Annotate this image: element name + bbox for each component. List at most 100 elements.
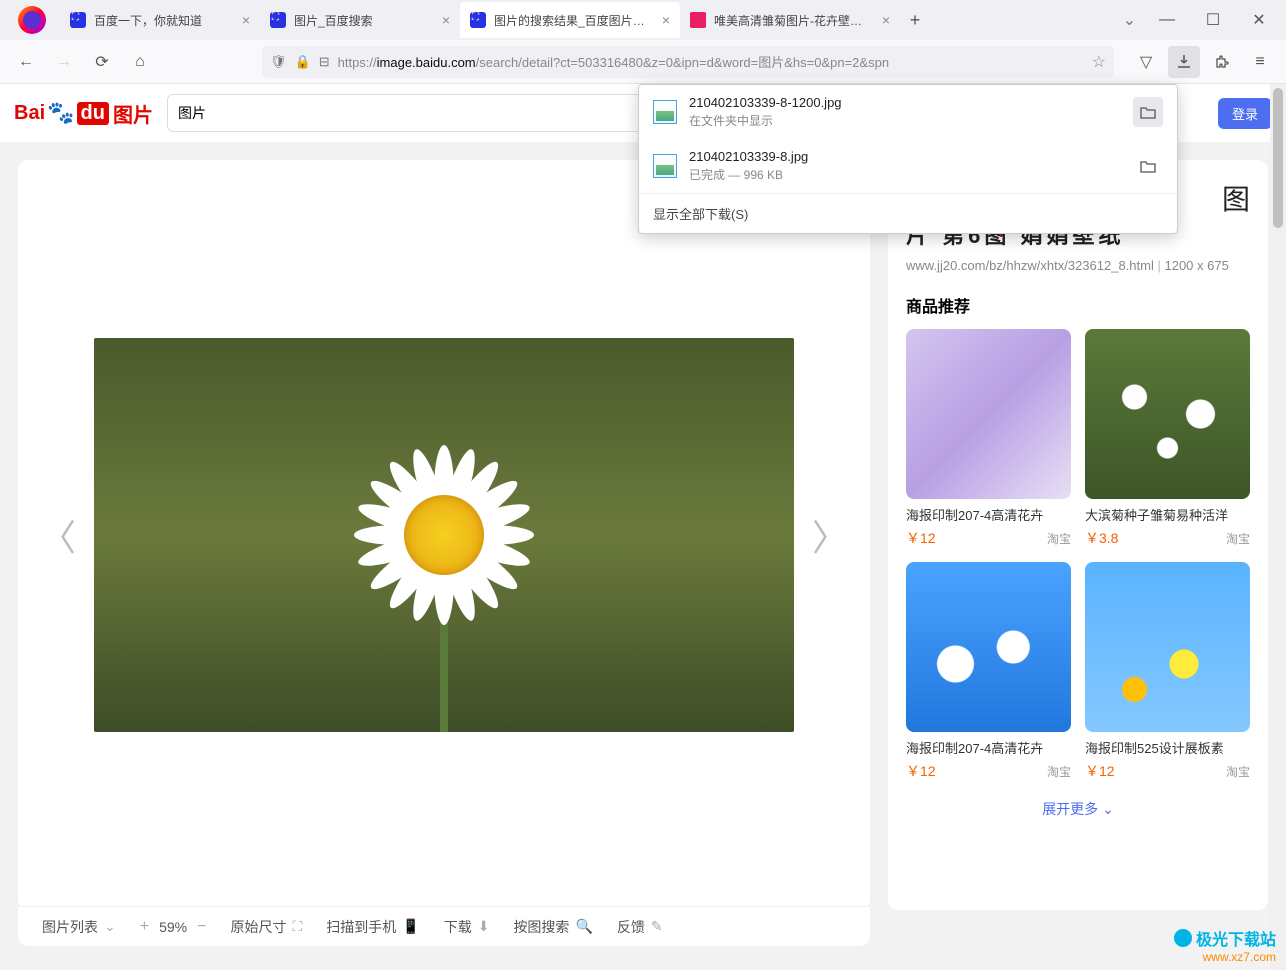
product-source: 淘宝 (1226, 763, 1250, 780)
watermark: 极光下载站 www.xz7.com (1174, 926, 1276, 964)
close-icon[interactable]: × (882, 12, 890, 28)
permissions-icon[interactable]: ⊟ (319, 54, 330, 70)
image-list-button[interactable]: 图片列表 ⌄ (42, 917, 116, 937)
back-button[interactable]: ← (10, 46, 42, 78)
watermark-icon (1174, 929, 1192, 947)
expand-more-button[interactable]: 展开更多 ⌄ (906, 799, 1250, 819)
product-price: ￥12 (1085, 761, 1115, 781)
product-name: 海报印制207-4高清花卉 (906, 505, 1071, 524)
new-tab-button[interactable]: + (900, 2, 930, 38)
product-item[interactable]: 大滨菊种子雏菊易种活洋 ￥3.8淘宝 (1085, 329, 1250, 548)
zoom-level: 59% (159, 919, 187, 935)
home-button[interactable]: ⌂ (124, 46, 156, 78)
search-by-image-button[interactable]: 按图搜索 🔍 (513, 917, 592, 937)
download-icon (1176, 54, 1192, 70)
zoom-control: + 59% − (140, 918, 207, 936)
folder-icon (1139, 157, 1157, 175)
product-source: 淘宝 (1047, 763, 1071, 780)
product-item[interactable]: 海报印制207-4高清花卉 ￥12 淘宝 (906, 562, 1071, 781)
download-status: 已完成 — 996 KB (689, 166, 1121, 183)
search-icon: 🔍 (575, 918, 592, 935)
product-name: 海报印制525设计展板素 (1085, 738, 1250, 757)
show-in-folder-button[interactable] (1133, 151, 1163, 181)
expand-icon: ⛶ (292, 918, 302, 935)
image-viewer: 〈 〉 (18, 160, 870, 910)
source-url[interactable]: www.jj20.com/bz/hhzw/xhtx/323612_8.html (906, 258, 1154, 273)
downloads-button[interactable] (1168, 46, 1200, 78)
original-size-button[interactable]: 原始尺寸 ⛶ (230, 917, 302, 937)
login-button[interactable]: 登录 (1218, 98, 1272, 129)
info-sidebar: 图 片 第6图 娟娟壁纸 www.jj20.com/bz/hhzw/xhtx/3… (888, 160, 1268, 910)
chevron-down-icon: ⌄ (1102, 801, 1114, 817)
download-image-button[interactable]: 下载 ⬇ (444, 917, 490, 937)
title-fragment: 图 (1222, 184, 1250, 215)
product-item[interactable]: 海报印制525设计展板素 ￥12 淘宝 (1085, 562, 1250, 781)
site-icon (690, 12, 706, 28)
image-dimensions: 1200 x 675 (1164, 258, 1228, 273)
address-bar[interactable]: 🛡 🔒 ⊟ https://image.baidu.com/search/det… (262, 46, 1114, 78)
tab-image-result[interactable]: 图片的搜索结果_百度图片搜索 × (460, 2, 680, 38)
product-item[interactable]: 海报印制207-4高清花卉 ￥12 淘宝 (906, 329, 1071, 548)
close-icon[interactable]: × (442, 12, 450, 28)
paw-icon (470, 12, 486, 28)
prev-image-button[interactable]: 〈 (30, 499, 86, 571)
show-all-downloads[interactable]: 显示全部下载(S) (639, 193, 1177, 233)
shield-icon[interactable]: 🛡 (270, 54, 287, 70)
image-file-icon (653, 100, 677, 124)
download-item[interactable]: 210402103339-8.jpg 已完成 — 996 KB (639, 139, 1177, 193)
recommendations-grid: 海报印制207-4高清花卉 ￥12淘宝 大滨菊种子雏菊易种活洋 ￥3.8淘宝 海… (906, 329, 1250, 781)
download-filename: 210402103339-8.jpg (689, 149, 1121, 164)
chevron-down-icon: ⌄ (104, 918, 116, 935)
product-name: 海报印制207-4高清花卉 (906, 738, 1071, 757)
product-thumb (1085, 562, 1250, 732)
content-area: 〈 〉 图 片 第6图 娟娟壁纸 www.jj20.com/bz/hhzw/xh… (0, 142, 1286, 928)
puzzle-icon (1214, 54, 1230, 70)
window-controls: — ☐ ✕ (1144, 0, 1282, 40)
product-price: ￥12 (906, 761, 936, 781)
maximize-button[interactable]: ☐ (1190, 0, 1236, 40)
product-price: ￥12 (906, 528, 936, 548)
forward-button[interactable]: → (48, 46, 80, 78)
tab-title: 百度一下，你就知道 (94, 12, 234, 29)
tab-baidu-home[interactable]: 百度一下，你就知道 × (60, 2, 260, 38)
image-toolbar: 图片列表 ⌄ + 59% − 原始尺寸 ⛶ 扫描到手机 📱 下载 ⬇ 按图搜索 … (18, 906, 870, 946)
product-thumb (906, 329, 1071, 499)
paw-icon: 🐾 (47, 100, 74, 126)
lock-icon[interactable]: 🔒 (295, 54, 311, 70)
tab-wallpaper[interactable]: 唯美高清雏菊图片-花卉壁纸-高 × (680, 2, 900, 38)
product-source: 淘宝 (1047, 530, 1071, 547)
search-box[interactable]: 📷 (167, 94, 687, 132)
download-item[interactable]: 210402103339-8-1200.jpg 在文件夹中显示 (639, 85, 1177, 139)
close-icon[interactable]: × (242, 12, 250, 28)
tabs-overflow-icon[interactable]: ⌄ (1123, 10, 1136, 30)
recommendations-title: 商品推荐 (906, 293, 1250, 317)
feedback-button[interactable]: 反馈 ✎ (617, 917, 663, 937)
tab-baidu-image-search[interactable]: 图片_百度搜索 × (260, 2, 460, 38)
close-window-button[interactable]: ✕ (1236, 0, 1282, 40)
browser-tabs: 百度一下，你就知道 × 图片_百度搜索 × 图片的搜索结果_百度图片搜索 × 唯… (60, 2, 1123, 38)
scan-to-phone-button[interactable]: 扫描到手机 📱 (326, 917, 419, 937)
close-icon[interactable]: × (662, 12, 670, 28)
bookmark-star-icon[interactable]: ☆ (1092, 52, 1106, 72)
pocket-button[interactable]: ▽ (1130, 46, 1162, 78)
zoom-in-button[interactable]: + (140, 918, 149, 936)
reload-button[interactable]: ⟳ (86, 46, 118, 78)
minimize-button[interactable]: — (1144, 0, 1190, 40)
zoom-out-button[interactable]: − (197, 918, 206, 936)
show-in-folder-button[interactable] (1133, 97, 1163, 127)
baidu-image-logo[interactable]: Bai🐾du图片 (14, 99, 153, 128)
next-image-button[interactable]: 〉 (802, 499, 858, 571)
browser-toolbar: ← → ⟳ ⌂ 🛡 🔒 ⊟ https://image.baidu.com/se… (0, 40, 1286, 84)
source-info: www.jj20.com/bz/hhzw/xhtx/323612_8.html … (906, 258, 1250, 273)
product-price: ￥3.8 (1085, 528, 1118, 548)
main-image[interactable] (94, 338, 794, 732)
tab-title: 唯美高清雏菊图片-花卉壁纸-高 (714, 12, 874, 29)
paw-icon (270, 12, 286, 28)
search-input[interactable] (178, 105, 648, 121)
app-menu-button[interactable]: ≡ (1244, 46, 1276, 78)
extensions-button[interactable] (1206, 46, 1238, 78)
paw-icon (70, 12, 86, 28)
product-source: 淘宝 (1226, 530, 1250, 547)
vertical-scrollbar[interactable] (1270, 84, 1286, 970)
download-filename: 210402103339-8-1200.jpg (689, 95, 1121, 110)
